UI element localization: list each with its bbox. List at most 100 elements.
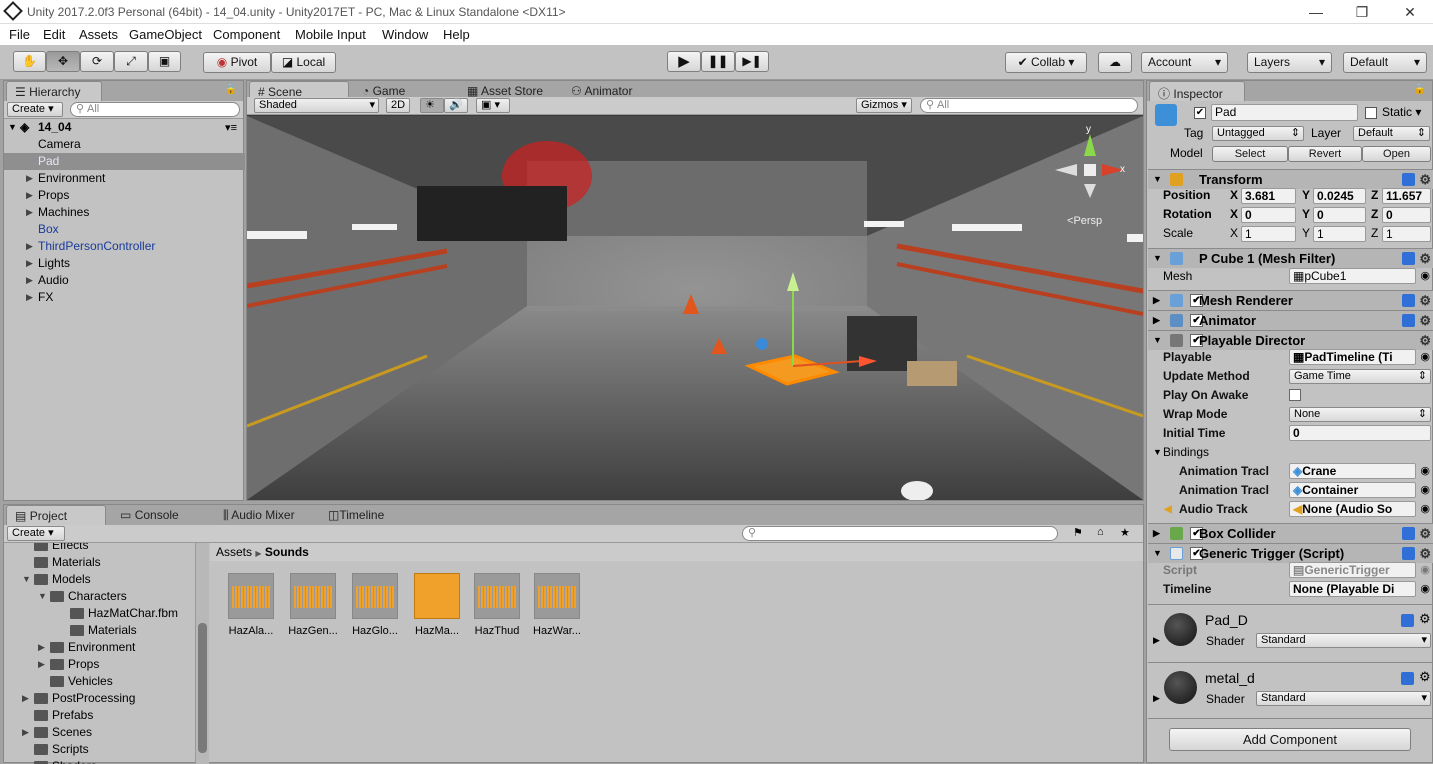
expand-arrow-icon[interactable]: ▶ xyxy=(26,187,33,204)
help-icon[interactable] xyxy=(1402,547,1415,560)
binding-field[interactable]: ◈Container xyxy=(1289,482,1416,498)
hierarchy-item[interactable]: ▶ Props xyxy=(4,187,245,204)
rotate-tool-button[interactable]: ⟳ xyxy=(80,51,114,72)
menu-help[interactable]: Help xyxy=(443,27,470,42)
expand-arrow-icon[interactable]: ▶ xyxy=(22,690,29,707)
scale-y-field[interactable]: 1 xyxy=(1313,226,1366,242)
object-picker-icon[interactable]: ◉ xyxy=(1420,500,1430,519)
pause-button[interactable]: ❚❚ xyxy=(701,51,735,72)
initial-time-field[interactable]: 0 xyxy=(1289,425,1431,441)
position-z-field[interactable]: 11.657 xyxy=(1382,188,1431,204)
gear-icon[interactable]: ⚙ xyxy=(1419,170,1431,189)
axis-x-label[interactable]: X xyxy=(1230,226,1238,240)
scale-x-field[interactable]: 1 xyxy=(1241,226,1296,242)
axis-z-label[interactable]: Z xyxy=(1371,188,1378,202)
scale-z-field[interactable]: 1 xyxy=(1382,226,1431,242)
hierarchy-item[interactable]: Pad xyxy=(4,153,245,170)
project-folder-item[interactable]: Vehicles xyxy=(4,673,196,690)
layers-dropdown[interactable]: Layers ▾ xyxy=(1247,52,1332,73)
project-folder-item[interactable]: HazMatChar.fbm xyxy=(4,605,196,622)
timeline-field[interactable]: None (Playable Di xyxy=(1289,581,1416,597)
filter-label-icon[interactable]: ⌂ xyxy=(1097,526,1104,538)
lock-icon[interactable]: 🔒 xyxy=(225,84,237,95)
close-button[interactable]: ✕ xyxy=(1390,2,1430,22)
play-on-awake-checkbox[interactable] xyxy=(1289,389,1301,401)
menu-edit[interactable]: Edit xyxy=(43,27,65,42)
maximize-button[interactable]: ❐ xyxy=(1342,2,1382,22)
effects-dropdown[interactable]: ▣ ▾ xyxy=(476,98,510,113)
help-icon[interactable] xyxy=(1401,614,1414,627)
position-x-field[interactable]: 3.681 xyxy=(1241,188,1296,204)
project-folder-item[interactable]: ▶ Props xyxy=(4,656,196,673)
scene-viewport[interactable]: y x <Persp xyxy=(247,116,1143,500)
axis-y-label[interactable]: Y xyxy=(1302,188,1310,202)
tree-scroll-thumb[interactable] xyxy=(198,623,207,753)
mesh-filter-header[interactable]: ▼ P Cube 1 (Mesh Filter) ⚙ xyxy=(1148,248,1433,268)
persp-label[interactable]: <Persp xyxy=(1067,215,1102,227)
project-folder-item[interactable]: Materials xyxy=(4,622,196,639)
mesh-field[interactable]: ▦pCube1 xyxy=(1289,268,1416,284)
favorite-star-icon[interactable]: ★ xyxy=(1120,526,1130,539)
expand-arrow-icon[interactable]: ▶ xyxy=(1153,693,1160,704)
help-icon[interactable] xyxy=(1402,252,1415,265)
generic-trigger-header[interactable]: ▼ ✔ Generic Trigger (Script) ⚙ xyxy=(1148,543,1433,563)
model-select-button[interactable]: Select xyxy=(1212,146,1288,162)
hierarchy-item[interactable]: Camera xyxy=(4,136,245,153)
active-checkbox[interactable]: ✔ xyxy=(1194,107,1206,119)
bindings-row[interactable]: ▼ Bindings xyxy=(1148,443,1433,462)
axis-z-label[interactable]: Z xyxy=(1371,207,1378,221)
gear-icon[interactable]: ⚙ xyxy=(1419,249,1431,268)
project-folder-item[interactable]: Effects xyxy=(4,543,196,554)
audio-asset[interactable]: HazGlo... xyxy=(350,573,400,637)
tag-dropdown[interactable]: Untagged ⇕ xyxy=(1212,126,1304,141)
audio-asset[interactable]: HazAla... xyxy=(226,573,276,637)
cloud-button[interactable]: ☁ xyxy=(1098,52,1132,73)
expand-arrow-icon[interactable]: ▶ xyxy=(26,289,33,306)
hierarchy-search-input[interactable]: ⚲ All xyxy=(70,102,240,117)
expand-arrow-icon[interactable]: ▶ xyxy=(26,272,33,289)
tab-hierarchy[interactable]: ☰ Hierarchy xyxy=(6,81,102,101)
project-folder-item[interactable]: Scripts xyxy=(4,741,196,758)
menu-gameobject[interactable]: GameObject xyxy=(129,27,202,42)
step-button[interactable]: ▶❚ xyxy=(735,51,769,72)
audio-asset[interactable]: HazWar... xyxy=(532,573,582,637)
menu-mobile-input[interactable]: Mobile Input xyxy=(295,27,366,42)
static-label[interactable]: Static ▾ xyxy=(1382,105,1421,119)
audio-asset[interactable]: HazGen... xyxy=(288,573,338,637)
gizmos-dropdown[interactable]: Gizmos ▾ xyxy=(856,98,912,113)
add-component-button[interactable]: Add Component xyxy=(1169,728,1411,751)
shading-dropdown[interactable]: Shaded ▾ xyxy=(254,98,379,113)
toggle-2d-button[interactable]: 2D xyxy=(386,98,410,113)
help-icon[interactable] xyxy=(1402,527,1415,540)
gear-icon[interactable]: ⚙ xyxy=(1419,311,1431,330)
project-folder-item[interactable]: ▶ Scenes xyxy=(4,724,196,741)
help-icon[interactable] xyxy=(1402,314,1415,327)
update-method-dropdown[interactable]: Game Time ⇕ xyxy=(1289,369,1431,384)
object-picker-icon[interactable]: ◉ xyxy=(1420,462,1430,481)
expand-arrow-icon[interactable]: ▶ xyxy=(26,204,33,221)
model-revert-button[interactable]: Revert xyxy=(1288,146,1362,162)
mesh-renderer-header[interactable]: ▶ ✔ Mesh Renderer ⚙ xyxy=(1148,290,1433,310)
menu-component[interactable]: Component xyxy=(213,27,280,42)
project-folder-item[interactable]: ▶ Environment xyxy=(4,639,196,656)
tree-scroll-track[interactable] xyxy=(195,543,209,764)
pivot-toggle[interactable]: ◉ Pivot xyxy=(203,52,271,73)
minimize-button[interactable]: — xyxy=(1296,2,1336,22)
audio-asset[interactable]: HazMa... xyxy=(412,573,462,637)
expand-arrow-icon[interactable]: ▶ xyxy=(26,255,33,272)
object-picker-icon[interactable]: ◉ xyxy=(1420,348,1430,367)
wrap-mode-dropdown[interactable]: None ⇕ xyxy=(1289,407,1431,422)
object-picker-icon[interactable]: ◉ xyxy=(1420,481,1430,500)
gear-icon[interactable]: ⚙ xyxy=(1419,611,1431,627)
binding-field[interactable]: ◀None (Audio So xyxy=(1289,501,1416,517)
object-picker-icon[interactable]: ◉ xyxy=(1420,580,1430,599)
playable-field[interactable]: ▦PadTimeline (Ti xyxy=(1289,349,1416,365)
binding-field[interactable]: ◈Crane xyxy=(1289,463,1416,479)
expand-arrow-icon[interactable]: ▶ xyxy=(38,639,45,656)
breadcrumb-assets[interactable]: Assets xyxy=(216,545,252,559)
expand-arrow-icon[interactable]: ▶ xyxy=(38,656,45,673)
tab-console[interactable]: ▭ Console xyxy=(112,505,187,525)
axis-y-label[interactable]: Y xyxy=(1302,226,1310,240)
axis-x-label[interactable]: X xyxy=(1230,207,1238,221)
project-folder-item[interactable]: ▶ PostProcessing xyxy=(4,690,196,707)
